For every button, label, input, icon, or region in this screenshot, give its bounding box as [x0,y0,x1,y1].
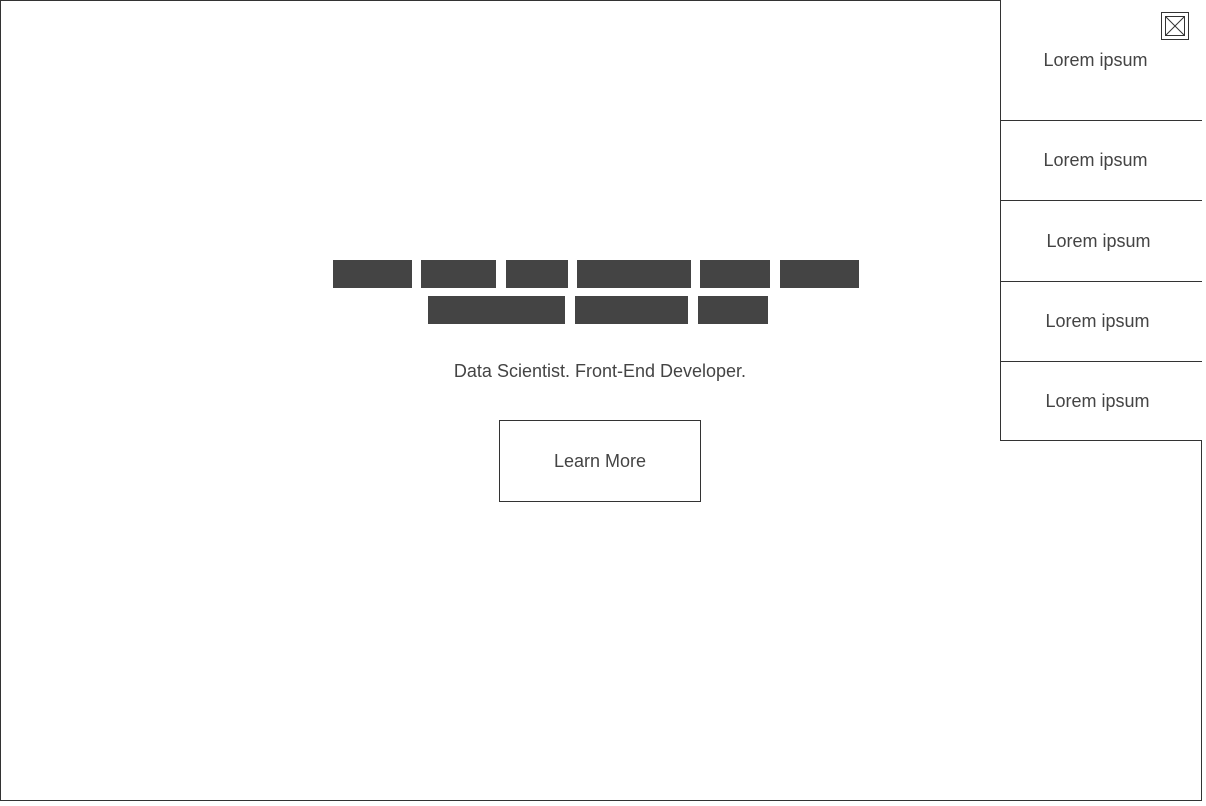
hero-tagline: Data Scientist. Front-End Developer. [453,361,747,381]
menu-item-label: Lorem ipsum [1043,49,1148,70]
menu-item-label: Lorem ipsum [1045,311,1150,331]
menu-item-5[interactable]: Lorem ipsum [1001,362,1202,440]
image-placeholder-close-icon [1165,16,1185,36]
heading-word-block [780,260,859,288]
menu-item-label: Lorem ipsum [1043,150,1148,170]
heading-word-block [700,260,770,288]
menu-item-label: Lorem ipsum [1046,230,1151,251]
heading-word-block [421,260,496,288]
menu-item-4[interactable]: Lorem ipsum [1001,282,1202,362]
heading-word-block [333,260,412,288]
learn-more-button[interactable]: Learn More [499,420,701,502]
heading-word-block [698,296,768,324]
heading-word-block [575,296,688,324]
heading-word-block [506,260,568,288]
menu-item-2[interactable]: Lorem ipsum [1001,121,1202,201]
close-menu-button[interactable] [1161,12,1189,40]
heading-word-block [428,296,565,324]
heading-word-block [577,260,691,288]
learn-more-label: Learn More [553,450,647,471]
menu-item-3[interactable]: Lorem ipsum [1001,201,1202,282]
menu-item-label: Lorem ipsum [1045,390,1150,411]
side-menu: Lorem ipsum Lorem ipsum Lorem ipsum Lore… [1000,0,1202,441]
